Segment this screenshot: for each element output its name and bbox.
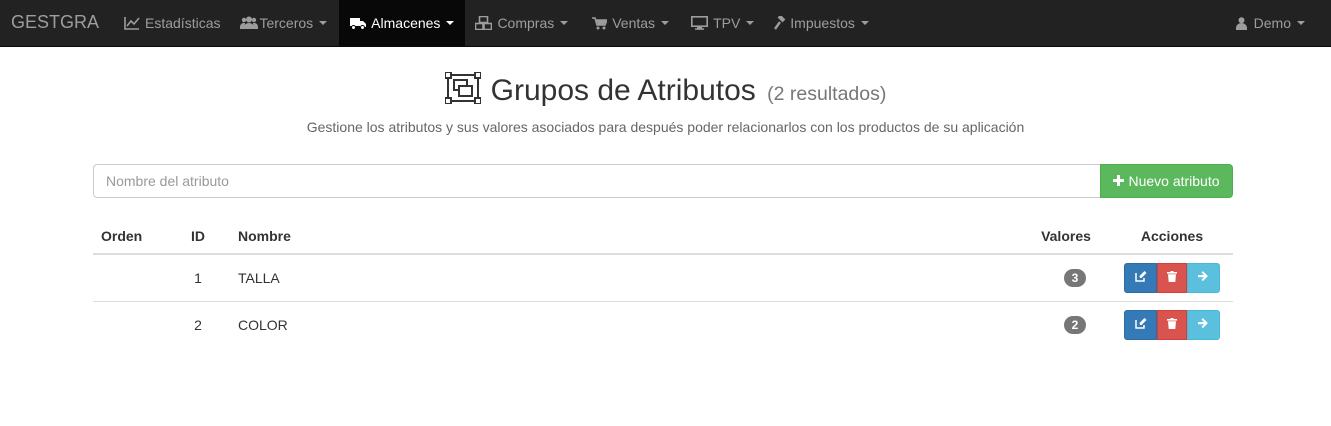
user-icon (1235, 16, 1247, 30)
chart-line-icon (124, 16, 140, 30)
column-header-orden[interactable]: Orden (93, 218, 166, 255)
column-header-valores: Valores (1021, 218, 1111, 255)
nav-item-label: Ventas (612, 15, 656, 31)
caret-down-icon (1297, 21, 1305, 25)
arrow-right-icon (1198, 317, 1209, 332)
cell-acciones (1111, 254, 1233, 301)
nav-item-label: Almacenes (371, 15, 441, 31)
row-actions (1124, 309, 1220, 340)
truck-icon (350, 17, 367, 30)
gavel-icon (774, 16, 788, 30)
nav-item-label: Estadísticas (145, 15, 221, 31)
cell-valores: 2 (1021, 300, 1111, 348)
nav-item-ventas[interactable]: Ventas (578, 0, 679, 46)
new-attribute-button[interactable]: Nuevo atributo (1100, 164, 1233, 198)
caret-down-icon (661, 21, 670, 25)
search-group: Nuevo atributo (93, 164, 1233, 198)
values-count-badge: 3 (1064, 268, 1086, 287)
page-subtitle: Gestione los atributos y sus valores aso… (306, 119, 1025, 135)
cubes-icon (475, 16, 493, 30)
nav-item-terceros[interactable]: Terceros (230, 0, 337, 46)
nav-item-impuestos[interactable]: Impuestos (764, 0, 879, 46)
user-menu[interactable]: Demo (1226, 0, 1315, 46)
user-nav: Demo (1226, 0, 1315, 46)
edit-icon (1134, 317, 1147, 332)
nav-item-label: Compras (497, 15, 555, 31)
row-actions (1124, 262, 1220, 293)
column-header-id[interactable]: ID (166, 218, 230, 255)
users-icon (240, 16, 259, 30)
search-input[interactable] (93, 164, 1100, 198)
caret-down-icon (560, 21, 569, 25)
nav-item-label: Impuestos (790, 15, 855, 31)
cell-id: 2 (166, 300, 230, 348)
plus-icon (1113, 173, 1125, 190)
result-count: (2 resultados) (767, 83, 887, 105)
cell-id: 1 (194, 269, 202, 286)
column-header-nombre[interactable]: Nombre (230, 218, 1021, 255)
brand-logo[interactable]: GESTGRA (11, 0, 99, 46)
caret-down-icon (746, 21, 755, 25)
caret-down-icon (860, 21, 869, 25)
nav-item-almacenes[interactable]: Almacenes (339, 0, 466, 46)
table-row: 1 TALLA 3 (93, 254, 1233, 301)
caret-down-icon (319, 21, 328, 25)
user-name: Demo (1253, 15, 1291, 31)
attributes-table: Orden ID Nombre Valores Acciones 1 TALLA… (93, 218, 1233, 348)
desktop-icon (691, 16, 709, 30)
object-group-icon (443, 71, 482, 112)
edit-button[interactable] (1124, 309, 1157, 340)
table-row: 2 COLOR 2 (93, 300, 1233, 348)
column-header-acciones: Acciones (1111, 218, 1233, 255)
nav-item-label: TPV (713, 15, 741, 31)
page-title-text: Grupos de Atributos (490, 74, 756, 107)
edit-button[interactable] (1124, 262, 1157, 293)
cell-valores: 3 (1021, 254, 1111, 301)
nav-item-tpv[interactable]: TPV (679, 0, 764, 46)
trash-icon (1167, 270, 1177, 285)
cell-nombre: TALLA (238, 269, 280, 286)
delete-button[interactable] (1157, 262, 1187, 293)
cell-orden (93, 300, 166, 348)
nav-item-label: Terceros (259, 15, 314, 31)
values-count-badge: 2 (1064, 315, 1086, 334)
trash-icon (1167, 317, 1177, 332)
go-values-button[interactable] (1187, 262, 1220, 293)
edit-icon (1134, 270, 1147, 285)
top-navbar: GESTGRA Estadísticas Terceros Almacenes (0, 0, 1331, 47)
cart-icon (592, 16, 608, 30)
page-title: Grupos de Atributos (2 resultados) (0, 71, 1331, 112)
delete-button[interactable] (1157, 309, 1187, 340)
arrow-right-icon (1198, 270, 1209, 285)
table-header-row: Orden ID Nombre Valores Acciones (93, 218, 1233, 255)
cell-acciones (1111, 300, 1233, 348)
nav-item-compras[interactable]: Compras (465, 0, 578, 46)
go-values-button[interactable] (1187, 309, 1220, 340)
main-nav: Estadísticas Terceros Almacenes Compras (114, 0, 879, 46)
cell-orden (93, 254, 166, 301)
nav-item-estadisticas[interactable]: Estadísticas (114, 0, 230, 46)
caret-down-icon (446, 21, 455, 25)
new-attribute-label: Nuevo atributo (1128, 173, 1220, 189)
cell-nombre: COLOR (230, 300, 1021, 348)
